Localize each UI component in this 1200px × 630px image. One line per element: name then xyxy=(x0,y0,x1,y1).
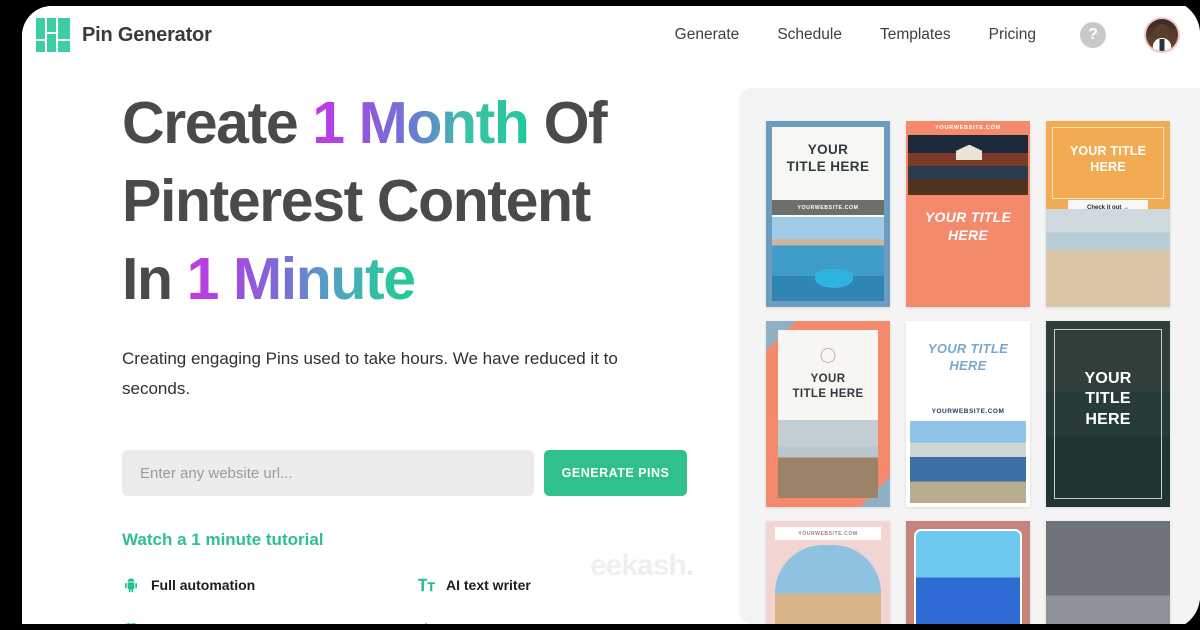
headline-line2: Pinterest Content xyxy=(122,168,591,234)
pin-photo-lake-kayak xyxy=(772,217,884,301)
user-avatar[interactable] xyxy=(1144,17,1180,53)
device-frame: Pin Generator Generate Schedule Template… xyxy=(0,0,1200,630)
nav-link-pricing[interactable]: Pricing xyxy=(989,26,1036,44)
headline-line1-b: Of xyxy=(528,90,608,156)
pin-website-label: YOURWEBSITE.COM xyxy=(935,125,1001,131)
pin-grid: YOUR TITLE HERE YOURWEBSITE.COM YOURWEBSI… xyxy=(766,121,1170,624)
tutorial-link[interactable]: Watch a 1 minute tutorial xyxy=(122,530,324,550)
pin-inner: YOUR TITLE HERE xyxy=(778,330,878,498)
pin-dark-overlay[interactable]: YOUR TITLE HERE xyxy=(1046,321,1170,507)
brand-name: Pin Generator xyxy=(82,23,212,46)
pin-photo-city-arch xyxy=(775,545,881,624)
text-format-icon xyxy=(417,576,435,594)
pin-title: YOUR TITLE HERE xyxy=(786,142,870,175)
pin-photo-autumn-village xyxy=(908,135,1028,195)
feature-list: Full automation AI text writer xyxy=(122,576,702,624)
geekash-watermark: eekash. xyxy=(590,549,694,583)
pin-website-bar: YOURWEBSITE.COM xyxy=(775,527,881,540)
url-form: GENERATE PINS xyxy=(122,450,702,496)
pin-grid-logo-icon xyxy=(36,18,70,52)
pin-harbor-white[interactable]: YOUR TITLE HERE YOURWEBSITE.COM xyxy=(906,321,1030,507)
search-input[interactable] xyxy=(122,450,534,496)
question-mark-icon[interactable]: ? xyxy=(1080,22,1106,48)
pin-photo-yellow-van-mountains xyxy=(1046,521,1170,624)
site-header: Pin Generator Generate Schedule Template… xyxy=(22,6,1200,64)
headline-line1-highlight: 1 Month xyxy=(312,90,530,156)
calendar-icon xyxy=(122,620,140,624)
pin-photo-harbor-boats xyxy=(910,421,1026,503)
hero-subtitle: Creating engaging Pins used to take hour… xyxy=(122,349,618,398)
feature-item: Bulk scheduler xyxy=(122,620,417,624)
pin-title: YOUR TITLE HERE xyxy=(927,341,1009,373)
avatar-tie xyxy=(1159,38,1165,51)
watermark-dot: . xyxy=(685,549,694,582)
nav-link-templates[interactable]: Templates xyxy=(880,26,951,44)
headline-line3-highlight: 1 Minute xyxy=(186,246,416,312)
pin-title: YOUR TITLE HERE xyxy=(1084,370,1132,428)
pin-arch-pink[interactable]: YOURWEBSITE.COM xyxy=(766,521,890,624)
generate-pins-button[interactable]: GENERATE PINS xyxy=(544,450,687,496)
pin-website-label: YOURWEBSITE.COM xyxy=(931,408,1005,415)
template-icon xyxy=(417,620,435,624)
pin-photo-beach-motorbikes xyxy=(778,420,878,498)
headline-line3-a: In xyxy=(122,246,187,312)
pin-title: YOUR TITLE HERE xyxy=(792,373,864,400)
pin-title: YOUR TITLE HERE xyxy=(924,209,1012,243)
page-title: Create 1 Month Of Pinterest Content In 1… xyxy=(122,84,702,318)
feature-label: Bulk scheduler xyxy=(151,621,251,624)
browser-window: Pin Generator Generate Schedule Template… xyxy=(22,6,1200,624)
android-robot-icon xyxy=(122,576,140,594)
pin-photo-beach-surfers xyxy=(1046,209,1170,307)
nav-link-generate[interactable]: Generate xyxy=(675,26,740,44)
hero-left: Create 1 Month Of Pinterest Content In 1… xyxy=(122,84,702,624)
brand[interactable]: Pin Generator xyxy=(36,18,212,52)
pin-logo-badge xyxy=(820,348,836,363)
pin-beach-orange[interactable]: YOUR TITLE HERE Check it out → xyxy=(1046,121,1170,307)
feature-label: Templates creator xyxy=(446,621,566,624)
pin-van-mountains[interactable] xyxy=(1046,521,1170,624)
feature-label: Full automation xyxy=(151,577,256,593)
nav-link-schedule[interactable]: Schedule xyxy=(777,26,842,44)
watermark-text: eekash xyxy=(590,549,687,582)
pin-website-bar: YOURWEBSITE.COM xyxy=(772,200,884,215)
pin-motorbike-coral[interactable]: YOUR TITLE HERE xyxy=(766,321,890,507)
feature-item: Full automation xyxy=(122,576,417,594)
pin-photo-blue-city xyxy=(914,529,1022,624)
feature-item: Templates creator xyxy=(417,620,712,624)
pin-bluecity-rose[interactable] xyxy=(906,521,1030,624)
main-nav: Generate Schedule Templates Pricing ? xyxy=(675,17,1180,53)
pin-village-coral[interactable]: YOURWEBSITE.COM YOUR TITLE HERE xyxy=(906,121,1030,307)
headline-line1-a: Create xyxy=(122,90,313,156)
pin-title: YOUR TITLE HERE xyxy=(1069,144,1147,174)
pin-preview-panel: YOUR TITLE HERE YOURWEBSITE.COM YOURWEBSI… xyxy=(739,88,1200,624)
pin-lake-blue-border[interactable]: YOUR TITLE HERE YOURWEBSITE.COM xyxy=(766,121,890,307)
feature-label: AI text writer xyxy=(446,577,531,593)
